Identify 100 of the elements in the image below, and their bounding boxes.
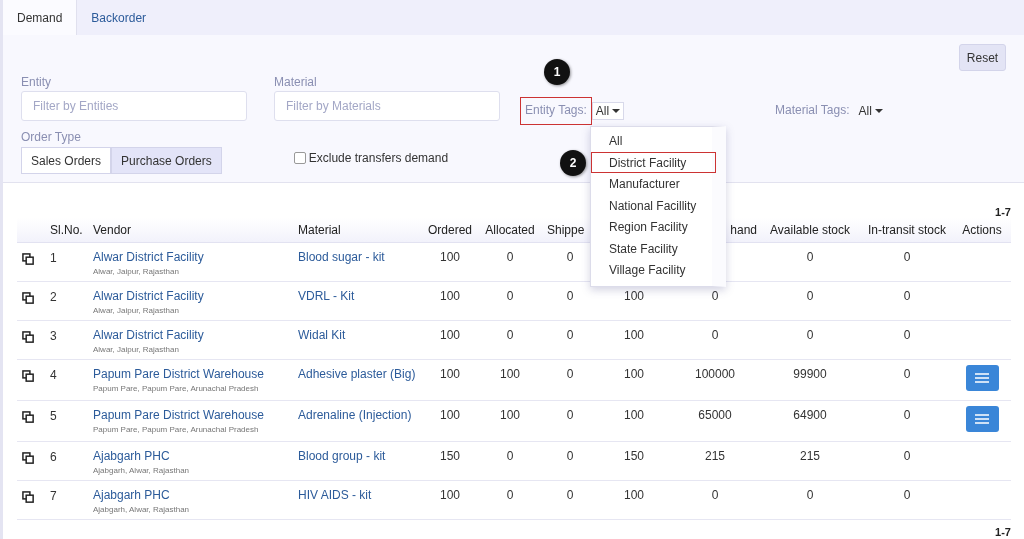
field-label: Material xyxy=(274,75,318,89)
material-link[interactable]: Adhesive plaster (Big) xyxy=(295,360,420,381)
segment-button[interactable]: Purchase Orders xyxy=(111,147,222,174)
table-cell-text: 0 xyxy=(565,407,575,422)
input-field[interactable]: Filter by Entities xyxy=(21,91,247,121)
copy-icon[interactable] xyxy=(22,253,35,266)
copy-icon[interactable] xyxy=(22,411,35,424)
vendor-location: Alwar, Jaipur, Rajasthan xyxy=(93,306,180,315)
table-cell-text: 100000 xyxy=(693,366,736,381)
caret-icon xyxy=(612,109,621,113)
tab[interactable]: Backorder xyxy=(77,0,161,35)
checkbox[interactable] xyxy=(293,152,306,164)
annotation-badge: 2 xyxy=(560,149,586,176)
menu-button[interactable] xyxy=(965,406,999,432)
dropdown-toggle[interactable]: All xyxy=(854,102,887,120)
copy-icon[interactable] xyxy=(22,452,35,465)
table-cell-text: 0 xyxy=(902,448,912,463)
table-cell-text: 64900 xyxy=(792,407,828,422)
column-header: Allocated xyxy=(484,223,536,237)
table-cell-text: 100 xyxy=(439,249,461,264)
annotation-badge: 1 xyxy=(544,59,570,85)
table-cell-text: 0 xyxy=(505,327,515,342)
vendor-location: Ajabgarh, Alwar, Rajasthan xyxy=(93,466,191,475)
table-cell-text: 100 xyxy=(623,366,645,381)
table-cell-text: 6 xyxy=(49,449,58,464)
column-header: Available stock xyxy=(769,223,851,237)
checkbox-label: Exclude transfers demand xyxy=(308,151,449,165)
table-cell-text: 100 xyxy=(623,487,645,502)
table-cell-text: 100 xyxy=(439,487,461,502)
table-cell-text: 215 xyxy=(799,448,821,463)
table-cell-text: 100 xyxy=(499,407,521,422)
table-cell-text: 0 xyxy=(505,288,515,303)
copy-icon[interactable] xyxy=(22,491,35,504)
table-cell-text: 100 xyxy=(439,288,461,303)
copy-icon[interactable] xyxy=(22,370,35,383)
pagination-range: 1-7 xyxy=(995,206,1011,218)
column-header: Actions xyxy=(961,223,1003,237)
material-link[interactable]: Blood sugar - kit xyxy=(295,243,420,264)
table-cell-text: 0 xyxy=(710,487,720,502)
table-cell-text: 0 xyxy=(902,288,912,303)
table-cell-text: 100 xyxy=(623,288,645,303)
column-header: Vendor xyxy=(92,223,133,237)
segment-button[interactable]: Sales Orders xyxy=(21,147,112,174)
table-cell-text: 0 xyxy=(805,249,815,264)
pagination-range: 1-7 xyxy=(995,526,1011,538)
copy-icon[interactable] xyxy=(22,292,35,305)
menu-item[interactable]: Region Facility xyxy=(591,216,716,238)
vendor-link[interactable]: Papum Pare District Warehouse xyxy=(93,367,295,381)
table-cell-text: 5 xyxy=(49,408,58,423)
material-link[interactable]: Blood group - kit xyxy=(295,442,420,463)
menu-item[interactable]: Manufacturer xyxy=(591,173,716,195)
table-cell-text: 100 xyxy=(499,366,521,381)
menu-item[interactable]: Village Facility xyxy=(591,259,716,281)
table-cell-text: 0 xyxy=(902,407,912,422)
table-cell-text: 1 xyxy=(49,250,58,265)
material-link[interactable]: Adrenaline (Injection) xyxy=(295,401,420,422)
table-cell-text: 0 xyxy=(902,366,912,381)
column-header: In-transit stock xyxy=(867,223,947,237)
table-cell-text: 0 xyxy=(505,448,515,463)
column-header: Ordered xyxy=(427,223,473,237)
vendor-link[interactable]: Alwar District Facility xyxy=(93,250,295,264)
table-cell-text: 0 xyxy=(565,487,575,502)
table-cell-text: 0 xyxy=(565,366,575,381)
table-cell-text: 0 xyxy=(902,327,912,342)
menu-item[interactable]: All xyxy=(591,130,716,152)
tab[interactable]: Demand xyxy=(3,0,78,35)
table-cell-text: 100 xyxy=(439,366,461,381)
table-cell-text: 150 xyxy=(623,448,645,463)
table-cell-text: 100 xyxy=(439,327,461,342)
menu-item[interactable]: National Facillity xyxy=(591,194,716,216)
column-header: Material xyxy=(297,223,342,237)
material-link[interactable]: VDRL - Kit xyxy=(295,282,420,303)
vendor-link[interactable]: Alwar District Facility xyxy=(93,328,295,342)
table-cell-text: 0 xyxy=(902,487,912,502)
dropdown-toggle[interactable]: All xyxy=(591,102,625,120)
vendor-link[interactable]: Papum Pare District Warehouse xyxy=(93,408,295,422)
table-cell-text: 0 xyxy=(565,327,575,342)
table-cell-text: 3 xyxy=(49,328,58,343)
table-cell-text: 0 xyxy=(902,249,912,264)
vendor-location: Papum Pare, Papum Pare, Arunachal Pradesh xyxy=(93,384,260,393)
menu-item[interactable]: State Facility xyxy=(591,237,716,259)
material-link[interactable]: HIV AIDS - kit xyxy=(295,481,420,502)
menu-icon xyxy=(975,414,989,424)
table-cell-text: 0 xyxy=(565,288,575,303)
input-field[interactable]: Filter by Materials xyxy=(274,91,500,121)
table-cell-text: 100 xyxy=(439,407,461,422)
vendor-location: Papum Pare, Papum Pare, Arunachal Pradesh xyxy=(93,425,260,434)
field-label: Order Type xyxy=(21,130,82,144)
table-cell-text: 0 xyxy=(710,327,720,342)
column-header: Sl.No. xyxy=(49,223,84,237)
table-cell-text: 150 xyxy=(439,448,461,463)
reset-button[interactable]: Reset xyxy=(959,44,1006,71)
material-link[interactable]: Widal Kit xyxy=(295,321,420,342)
copy-icon[interactable] xyxy=(22,331,35,344)
vendor-link[interactable]: Alwar District Facility xyxy=(93,289,295,303)
vendor-link[interactable]: Ajabgarh PHC xyxy=(93,449,295,463)
vendor-link[interactable]: Ajabgarh PHC xyxy=(93,488,295,502)
table-cell-text: 65000 xyxy=(697,407,733,422)
menu-button[interactable] xyxy=(965,365,999,391)
table-cell-text: 0 xyxy=(710,288,720,303)
